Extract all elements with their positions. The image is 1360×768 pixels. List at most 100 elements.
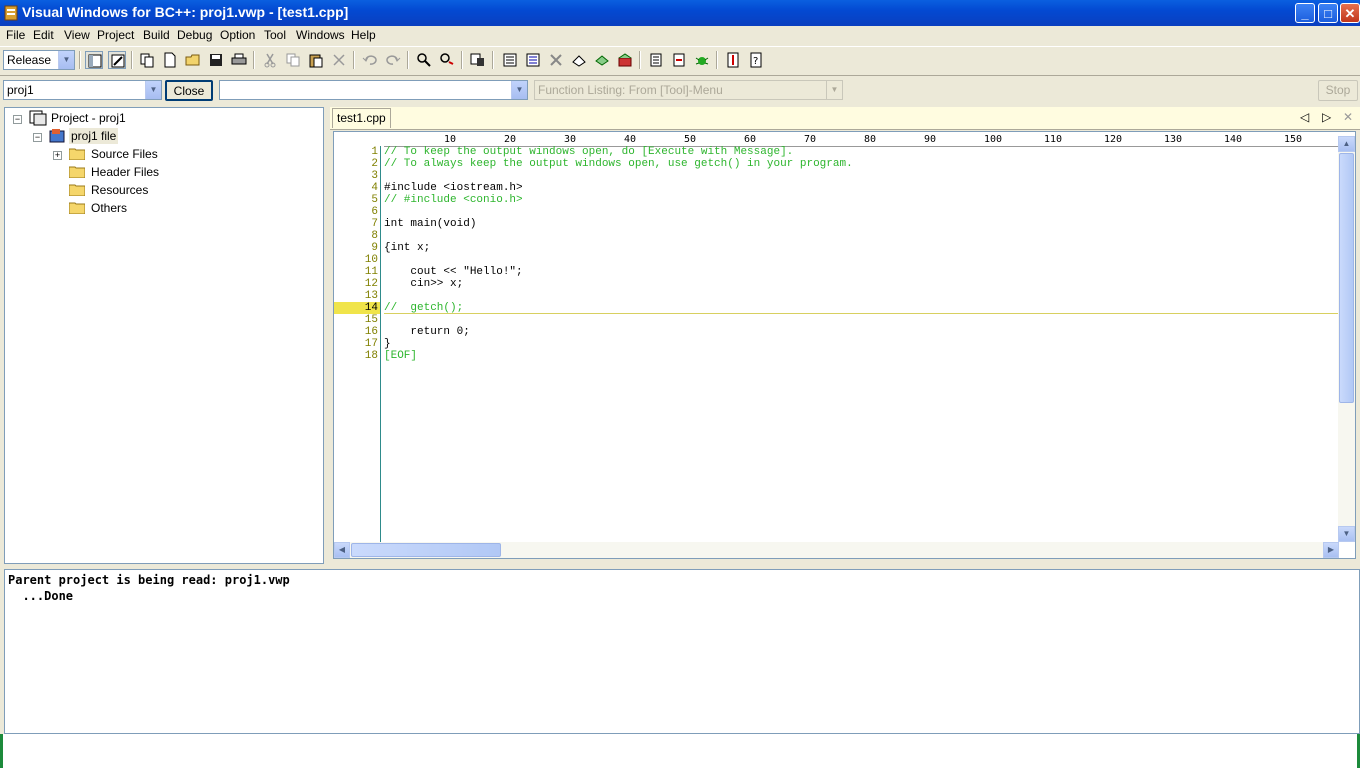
menu-help[interactable]: Help: [351, 28, 376, 42]
help-index-button[interactable]: ?: [747, 51, 765, 69]
function-listing-select[interactable]: Function Listing: From [Tool]-Menu ▼: [534, 80, 843, 100]
tree-project-file[interactable]: proj1 file: [69, 128, 119, 144]
file-select[interactable]: ▼: [219, 80, 528, 100]
build-mode-select[interactable]: Release ▼: [3, 50, 75, 70]
code-line[interactable]: 6: [334, 206, 1339, 218]
print-icon: [231, 53, 247, 65]
horizontal-scrollbar[interactable]: ◀ ▶: [334, 542, 1339, 558]
save-icon: [210, 54, 222, 66]
code-line[interactable]: 3: [334, 170, 1339, 182]
execute-button[interactable]: [616, 51, 634, 69]
save-button[interactable]: [207, 51, 225, 69]
menu-tool[interactable]: Tool: [264, 28, 286, 42]
new-file-button[interactable]: [161, 51, 179, 69]
stop-button[interactable]: Stop: [1318, 80, 1358, 101]
ruler-mark: 60: [744, 134, 757, 145]
expand-icon[interactable]: +: [53, 151, 62, 160]
scroll-right-button[interactable]: ▶: [1323, 542, 1339, 558]
replace-button[interactable]: [438, 51, 456, 69]
code-line[interactable]: 12 cin>> x;: [334, 278, 1339, 290]
find-button[interactable]: [415, 51, 433, 69]
footer-edge: [0, 734, 3, 768]
help-button[interactable]: [724, 51, 742, 69]
minimize-button[interactable]: _: [1295, 3, 1315, 23]
debug-button[interactable]: [693, 51, 711, 69]
compile-icon: [503, 53, 517, 67]
menu-file[interactable]: File: [6, 28, 25, 42]
title-bar: Visual Windows for BC++: proj1.vwp - [te…: [0, 0, 1360, 26]
menu-build[interactable]: Build: [143, 28, 170, 42]
output-panel: Parent project is being read: proj1.vwp …: [4, 569, 1360, 734]
vertical-scroll-thumb[interactable]: [1339, 153, 1354, 403]
project-select[interactable]: proj1 ▼: [3, 80, 162, 100]
paste-button[interactable]: [307, 51, 325, 69]
copy-button[interactable]: [284, 51, 302, 69]
code-line[interactable]: 4 #include <iostream.h>: [334, 182, 1339, 194]
copy-project-button[interactable]: [138, 51, 156, 69]
code-line[interactable]: 1 // To keep the output windows open, do …: [334, 146, 1339, 158]
collapse-icon[interactable]: −: [33, 133, 42, 142]
build-button[interactable]: [524, 51, 542, 69]
cut-button[interactable]: [261, 51, 279, 69]
output-line: Parent project is being read: proj1.vwp: [8, 573, 290, 587]
link-button[interactable]: [570, 51, 588, 69]
execute-message-button[interactable]: [647, 51, 665, 69]
previous-tab-icon[interactable]: ◁: [1300, 110, 1309, 124]
panel-toggle-button[interactable]: [85, 51, 103, 69]
menu-project[interactable]: Project: [97, 28, 134, 42]
menu-debug[interactable]: Debug: [177, 28, 212, 42]
print-button[interactable]: [230, 51, 248, 69]
code-line[interactable]: 2 // To always keep the output windows op…: [334, 158, 1339, 170]
close-tab-icon[interactable]: ✕: [1343, 110, 1353, 124]
scroll-down-button[interactable]: ▼: [1338, 526, 1355, 542]
find-in-files-button[interactable]: [469, 51, 487, 69]
chevron-down-icon: ▼: [58, 51, 74, 69]
toolbar-separator: [639, 51, 641, 69]
minimize-icon: _: [1301, 6, 1309, 21]
code-line[interactable]: 15: [334, 314, 1339, 326]
maximize-button[interactable]: □: [1318, 3, 1338, 23]
code-line[interactable]: 11 cout << "Hello!";: [334, 266, 1339, 278]
code-line[interactable]: 18 [EOF]: [334, 350, 1339, 362]
undo-button[interactable]: [361, 51, 379, 69]
output-toggle-button[interactable]: [108, 51, 126, 69]
close-project-button[interactable]: Close: [165, 80, 213, 101]
code-editor[interactable]: 10 20 30 40 50 60 70 80 90 100 110 120 1…: [333, 131, 1356, 559]
tree-folder-resources[interactable]: Resources: [91, 182, 148, 198]
code-line[interactable]: 17}: [334, 338, 1339, 350]
code-line[interactable]: 10: [334, 254, 1339, 266]
clear-button[interactable]: [547, 51, 565, 69]
tab-test1-cpp[interactable]: test1.cpp: [332, 108, 391, 128]
code-line[interactable]: 13: [334, 290, 1339, 302]
menu-bar: File Edit View Project Build Debug Optio…: [0, 26, 1360, 45]
tree-folder-header-files[interactable]: Header Files: [91, 164, 159, 180]
step-button[interactable]: [670, 51, 688, 69]
menu-windows[interactable]: Windows: [296, 28, 345, 42]
close-window-button[interactable]: ✕: [1340, 3, 1360, 23]
compile-button[interactable]: [501, 51, 519, 69]
redo-button[interactable]: [384, 51, 402, 69]
rebuild-button[interactable]: [593, 51, 611, 69]
vertical-scrollbar[interactable]: ▲ ▼: [1338, 136, 1355, 542]
scroll-up-button[interactable]: ▲: [1338, 136, 1355, 152]
menu-view[interactable]: View: [64, 28, 90, 42]
code-line[interactable]: 7 int main(void): [334, 218, 1339, 230]
next-tab-icon[interactable]: ▷: [1322, 110, 1331, 124]
horizontal-scroll-thumb[interactable]: [351, 543, 501, 557]
code-line[interactable]: 9 {int x;: [334, 242, 1339, 254]
menu-option[interactable]: Option: [220, 28, 255, 42]
delete-button[interactable]: [330, 51, 348, 69]
tree-folder-source-files[interactable]: Source Files: [91, 146, 158, 162]
line-number: 6: [371, 206, 378, 218]
code-line[interactable]: 5 // #include <conio.h>: [334, 194, 1339, 206]
open-icon: [185, 54, 200, 66]
tree-folder-others[interactable]: Others: [91, 200, 127, 216]
open-button[interactable]: [184, 51, 202, 69]
panel-toggle-icon: [88, 54, 102, 68]
scroll-left-button[interactable]: ◀: [334, 542, 350, 558]
collapse-icon[interactable]: −: [13, 115, 22, 124]
code-line[interactable]: 8: [334, 230, 1339, 242]
project-icon: [29, 110, 47, 126]
code-line[interactable]: 16 return 0;: [334, 326, 1339, 338]
menu-edit[interactable]: Edit: [33, 28, 54, 42]
